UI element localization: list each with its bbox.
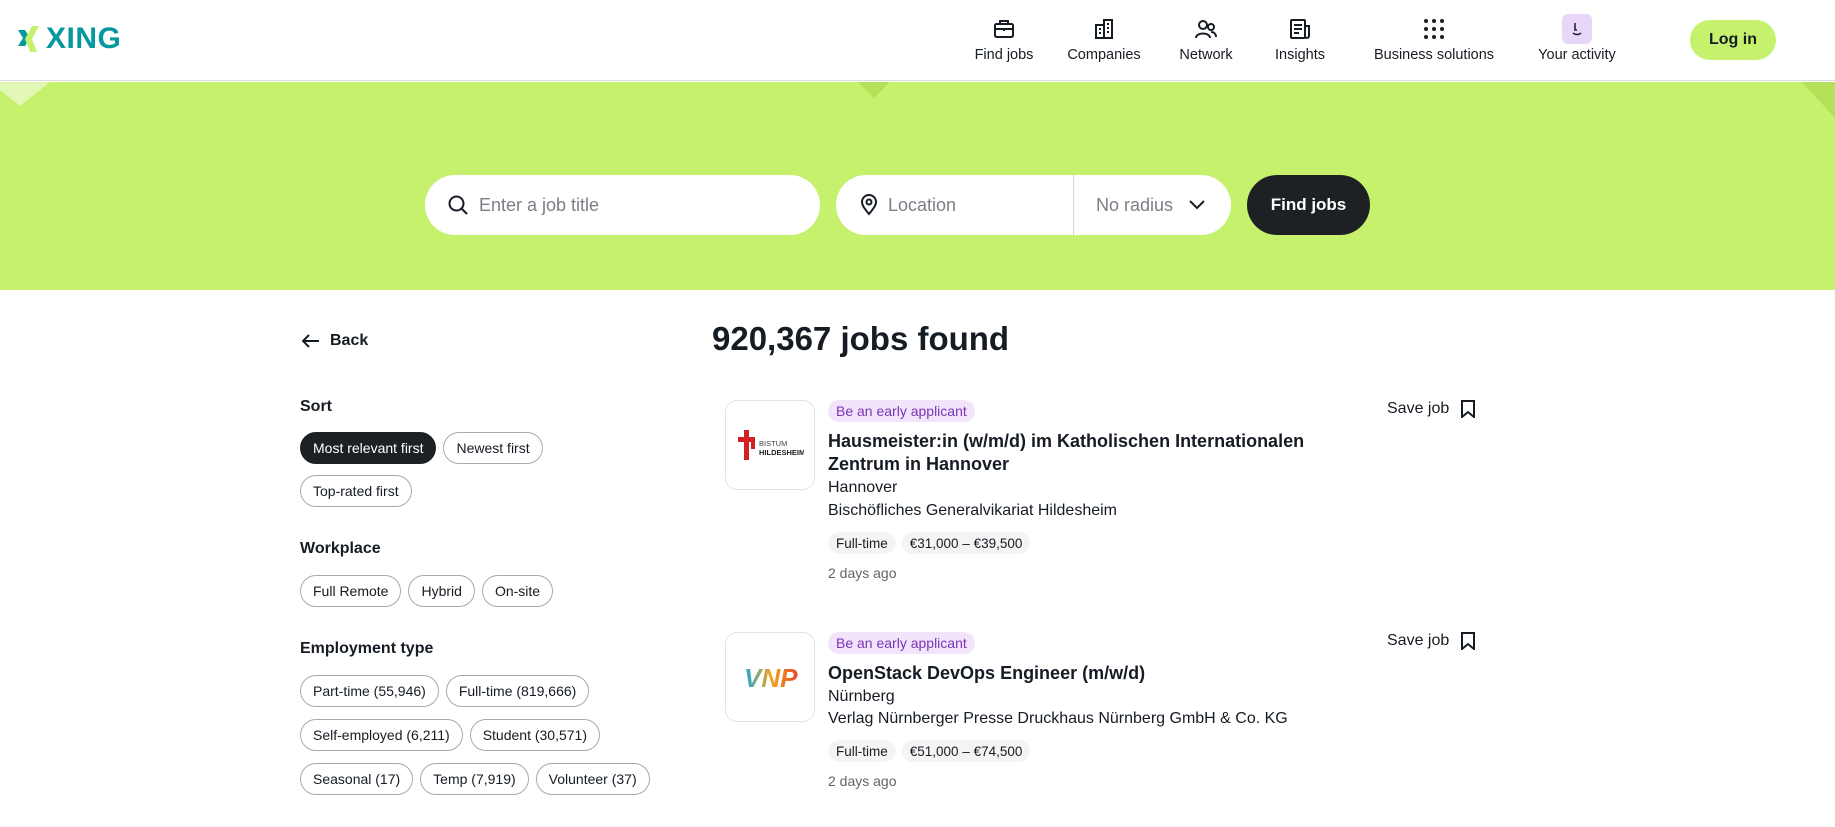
decor-triangle	[0, 82, 50, 106]
radius-select[interactable]: No radius	[1074, 175, 1231, 235]
search-hero: No radius Find jobs	[0, 82, 1835, 290]
xing-x-icon	[18, 26, 39, 52]
xing-logo[interactable]: XING	[16, 22, 121, 56]
job-card[interactable]: VNP Be an early applicant OpenStack DevO…	[725, 632, 1485, 822]
employment-title: Employment type	[300, 640, 434, 657]
search-icon	[448, 195, 468, 215]
nav-label: Find jobs	[974, 47, 1034, 63]
sort-option-newest[interactable]: Newest first	[443, 432, 543, 464]
save-job-label: Save job	[1387, 632, 1450, 649]
workplace-option-hybrid[interactable]: Hybrid	[408, 575, 475, 607]
sort-options-row2: Top-rated first	[300, 475, 412, 507]
job-type-tag: Full-time	[828, 740, 896, 762]
location-group: No radius	[836, 175, 1231, 235]
job-title-link[interactable]: OpenStack DevOps Engineer (m/w/d)	[828, 662, 1373, 685]
job-posted-date: 2 days ago	[828, 773, 897, 789]
bookmark-icon	[1461, 400, 1476, 418]
decor-triangle	[858, 82, 890, 98]
early-applicant-badge: Be an early applicant	[828, 632, 975, 654]
employment-options-row3: Seasonal (17) Temp (7,919) Volunteer (37…	[300, 763, 650, 795]
briefcase-icon	[989, 14, 1019, 44]
job-tags: Full-time €31,000 – €39,500	[828, 532, 1031, 554]
sort-option-top-rated[interactable]: Top-rated first	[300, 475, 412, 507]
newspaper-icon	[1285, 14, 1315, 44]
salary-tag: €51,000 – €74,500	[901, 740, 1031, 762]
salary-tag: €31,000 – €39,500	[901, 532, 1031, 554]
decor-triangle	[1802, 82, 1835, 126]
logo-text-vnp: VNP	[744, 663, 798, 692]
job-company: Verlag Nürnberger Presse Druckhaus Nürnb…	[828, 710, 1288, 727]
top-navigation-bar: XING Find jobs Companies Network Insight…	[0, 0, 1835, 81]
early-applicant-badge: Be an early applicant	[828, 400, 975, 422]
location-pin-icon	[860, 194, 878, 216]
arrow-left-icon	[302, 334, 319, 348]
building-icon	[1089, 14, 1119, 44]
employment-option-student[interactable]: Student (30,571)	[469, 719, 600, 751]
logo-text-hildesheim: HILDESHEIM	[759, 448, 804, 457]
save-job-button[interactable]: Save job	[1387, 632, 1476, 650]
find-jobs-button[interactable]: Find jobs	[1247, 175, 1370, 235]
job-title-field[interactable]	[425, 175, 820, 235]
job-card[interactable]: BISTUM HILDESHEIM Be an early applicant …	[725, 400, 1485, 590]
employment-option-temp[interactable]: Temp (7,919)	[420, 763, 529, 795]
nav-label: Network	[1179, 47, 1233, 63]
main-nav: Find jobs Companies Network Insights Bus…	[960, 14, 1632, 63]
results-count-title: 920,367 jobs found	[712, 320, 1010, 357]
sort-option-most-relevant[interactable]: Most relevant first	[300, 432, 437, 464]
nav-label: Insights	[1275, 47, 1325, 63]
company-logo[interactable]: VNP	[725, 632, 815, 722]
search-bar: No radius Find jobs	[425, 175, 1370, 235]
nav-find-jobs[interactable]: Find jobs	[960, 14, 1048, 63]
company-logo[interactable]: BISTUM HILDESHEIM	[725, 400, 815, 490]
login-button[interactable]: Log in	[1690, 20, 1776, 60]
logo-text-bistum: BISTUM	[759, 439, 787, 448]
employment-options-row1: Part-time (55,946) Full-time (819,666)	[300, 675, 590, 707]
sort-options: Most relevant first Newest first	[300, 432, 543, 464]
activity-face-icon	[1562, 14, 1592, 44]
nav-label: Your activity	[1538, 47, 1616, 63]
location-field[interactable]	[836, 175, 1074, 235]
nav-business-solutions[interactable]: Business solutions	[1354, 14, 1514, 63]
job-title-link[interactable]: Hausmeister:in (w/m/d) im Katholischen I…	[828, 430, 1373, 476]
vnp-logo: VNP	[744, 663, 798, 692]
location-input[interactable]	[888, 194, 1058, 216]
employment-option-seasonal[interactable]: Seasonal (17)	[300, 763, 414, 795]
job-posted-date: 2 days ago	[828, 565, 897, 581]
people-icon	[1191, 14, 1221, 44]
back-label: Back	[330, 332, 369, 349]
job-company: Bischöfliches Generalvikariat Hildesheim	[828, 502, 1118, 519]
bookmark-icon	[1461, 632, 1476, 650]
nav-label: Companies	[1067, 47, 1141, 63]
employment-option-full-time[interactable]: Full-time (819,666)	[445, 675, 590, 707]
chevron-down-icon	[1189, 200, 1205, 210]
employment-options-row2: Self-employed (6,211) Student (30,571)	[300, 719, 600, 751]
nav-network[interactable]: Network	[1166, 14, 1246, 63]
employment-option-part-time[interactable]: Part-time (55,946)	[300, 675, 439, 707]
nav-insights[interactable]: Insights	[1260, 14, 1340, 63]
activity-icon-wrap	[1562, 14, 1592, 44]
xing-wordmark: XING	[46, 22, 122, 55]
job-tags: Full-time €51,000 – €74,500	[828, 740, 1031, 762]
nav-companies[interactable]: Companies	[1054, 14, 1154, 63]
job-location: Nürnberg	[828, 688, 895, 705]
nav-label: Business solutions	[1373, 47, 1495, 63]
workplace-title: Workplace	[300, 540, 381, 557]
employment-option-volunteer[interactable]: Volunteer (37)	[535, 763, 650, 795]
bistum-hildesheim-logo: BISTUM HILDESHEIM	[738, 430, 804, 460]
save-job-label: Save job	[1387, 400, 1450, 417]
sort-title: Sort	[300, 398, 332, 415]
job-title-input[interactable]	[479, 194, 799, 216]
job-type-tag: Full-time	[828, 532, 896, 554]
employment-option-self-employed[interactable]: Self-employed (6,211)	[300, 719, 463, 751]
job-location: Hannover	[828, 479, 898, 496]
workplace-option-on-site[interactable]: On-site	[481, 575, 554, 607]
workplace-options: Full Remote Hybrid On-site	[300, 575, 554, 607]
nav-your-activity[interactable]: Your activity	[1522, 14, 1632, 63]
radius-value: No radius	[1096, 194, 1174, 215]
save-job-button[interactable]: Save job	[1387, 400, 1476, 418]
workplace-option-full-remote[interactable]: Full Remote	[300, 575, 402, 607]
grid-dots-icon	[1419, 14, 1449, 44]
back-link[interactable]: Back	[302, 332, 368, 350]
